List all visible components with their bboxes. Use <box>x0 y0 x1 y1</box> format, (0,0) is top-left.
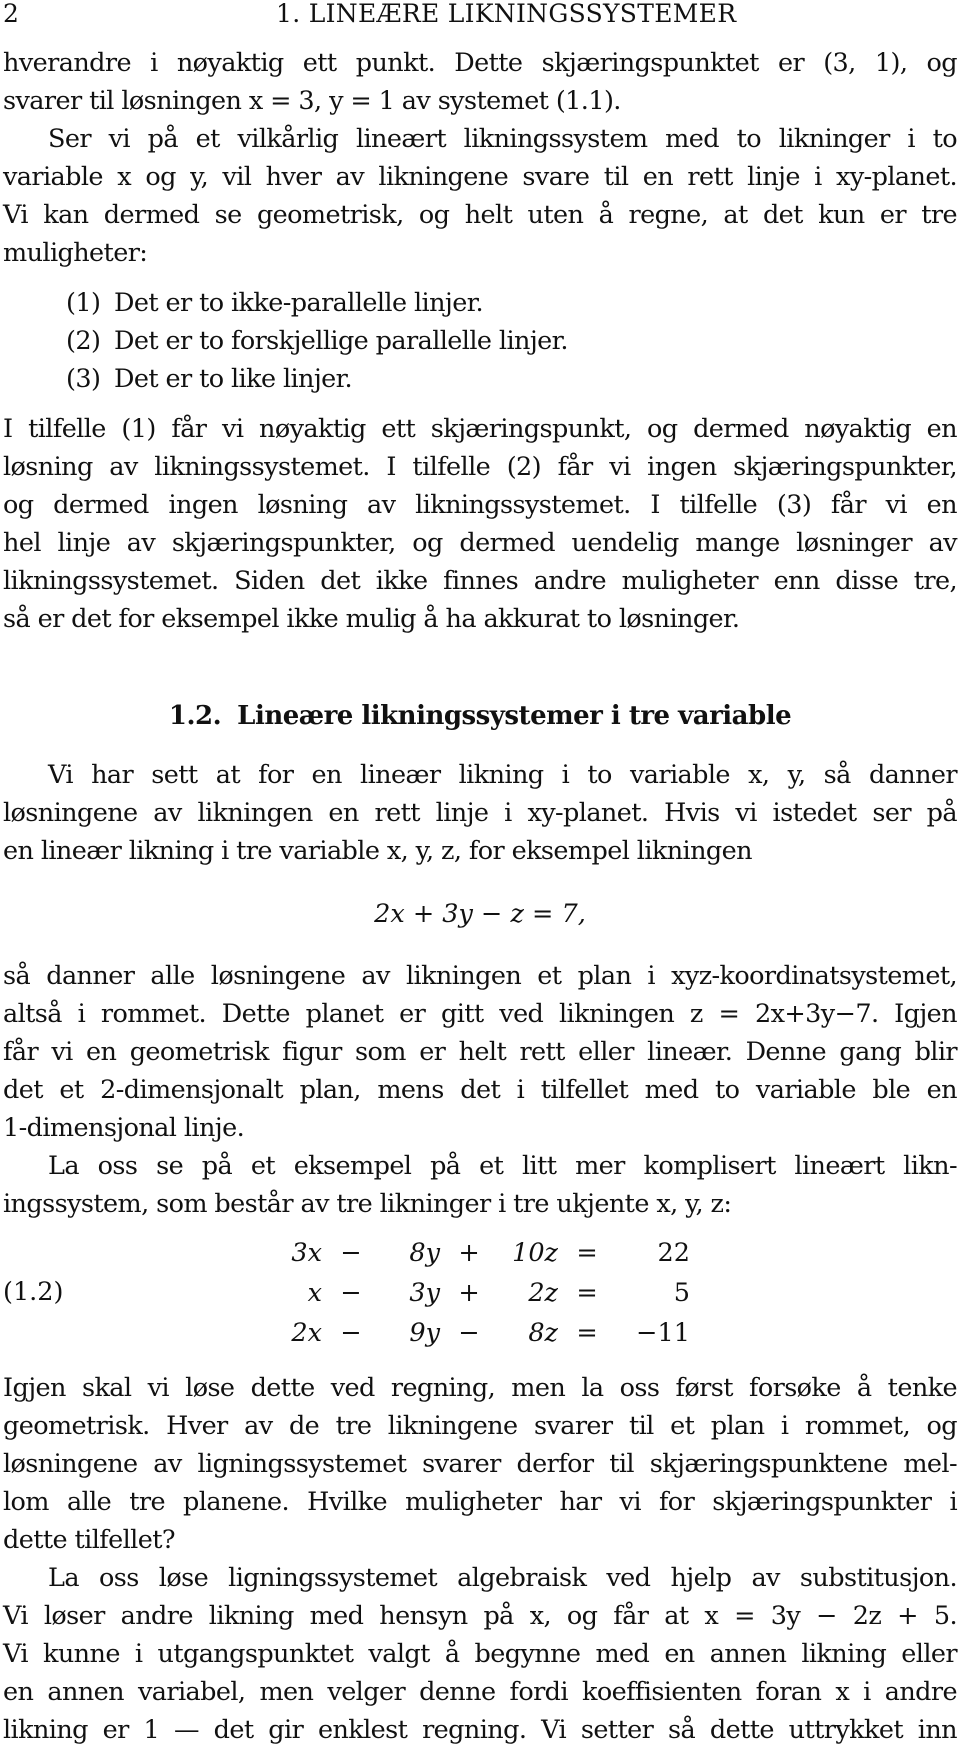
list-item-number: (2) <box>66 326 101 356</box>
text-line: ingssystem, som består av tre likninger … <box>3 1189 732 1219</box>
text-line: likningssystemet. Siden det ikke finnes … <box>3 566 958 596</box>
equation-row: 3x − 8y + 10z = 22 <box>262 1233 690 1273</box>
term: 9y <box>409 1318 440 1348</box>
text-line: Vi løser andre likning med hensyn på x, … <box>3 1601 958 1631</box>
text-line: La oss se på et eksempel på et litt mer … <box>48 1151 958 1181</box>
term: 2z <box>528 1278 558 1308</box>
term: 2x <box>291 1318 322 1348</box>
text-line: så er det for eksempel ikke mulig å ha a… <box>3 604 740 634</box>
term: 8y <box>409 1238 440 1268</box>
text-line: Vi kunne i utgangspunktet valgt å begynn… <box>3 1639 958 1669</box>
right-hand-side: 5 <box>673 1278 690 1308</box>
equation-system-table: 3x − 8y + 10z = 22 x − 3y + 2z = 5 2x − … <box>262 1233 690 1353</box>
text-line: hel linje av skjæringspunkter, og dermed… <box>3 528 958 558</box>
operator: + <box>458 1238 480 1268</box>
operator: + <box>458 1278 480 1308</box>
section-heading: 1.2. Lineære likningssystemer i tre varia… <box>0 700 960 732</box>
text-line: løsning av likningssystemet. I tilfelle … <box>3 452 958 482</box>
list-item-number: (1) <box>66 288 101 318</box>
text-line: og dermed ingen løsning av likningssyste… <box>3 490 958 520</box>
term: x <box>307 1278 322 1308</box>
page-number: 2 <box>3 0 19 28</box>
section-number: 1.2. <box>168 701 222 731</box>
text-line: Igjen skal vi løse dette ved regning, me… <box>3 1373 958 1403</box>
text-line: løsningene av likningen en rett linje i … <box>3 798 958 828</box>
term: 3y <box>409 1278 440 1308</box>
list-item-text: Det er to ikke-parallelle linjer. <box>114 288 484 318</box>
text-line: løsningene av ligningssystemet svarer de… <box>3 1449 958 1479</box>
text-line: muligheter: <box>3 238 148 268</box>
right-hand-side: −11 <box>636 1318 690 1348</box>
text-line: dette tilfellet? <box>3 1525 176 1555</box>
text-line: svarer til løsningen x = 3, y = 1 av sys… <box>3 86 621 116</box>
right-hand-side: 22 <box>657 1238 690 1268</box>
text-line: I tilfelle (1) får vi nøyaktig ett skjær… <box>3 414 958 444</box>
text-line: en lineær likning i tre variable x, y, z… <box>3 836 753 866</box>
text-line: geometrisk. Hver av de tre likningene sv… <box>3 1411 958 1441</box>
list-item-text: Det er to like linjer. <box>114 364 353 394</box>
text-line: det et 2-dimensjonalt plan, mens det i t… <box>3 1075 958 1105</box>
document-page: 2 1. LINEÆRE LIKNINGSSYSTEMER hverandre … <box>0 0 960 1745</box>
list-item: (1) Det er to ikke-parallelle linjer. <box>66 288 484 318</box>
text-line: variable x og y, vil hver av likningene … <box>3 162 958 192</box>
equals-sign: = <box>576 1238 598 1268</box>
term: 8z <box>528 1318 558 1348</box>
text-line: La oss løse ligningssystemet algebraisk … <box>48 1563 958 1593</box>
equation-row: x − 3y + 2z = 5 <box>262 1273 690 1313</box>
section-title: Lineære likningssystemer i tre variable <box>237 701 792 731</box>
operator: − <box>340 1278 362 1308</box>
chapter-title: 1. LINEÆRE LIKNINGSSYSTEMER <box>276 0 737 28</box>
text-line: lom alle tre planene. Hvilke muligheter … <box>3 1487 958 1517</box>
text-line: så danner alle løsningene av likningen e… <box>3 961 958 991</box>
list-item-number: (3) <box>66 364 101 394</box>
equation-row: 2x − 9y − 8z = −11 <box>262 1313 690 1353</box>
list-item: (3) Det er to like linjer. <box>66 364 353 394</box>
text-line: Vi har sett at for en lineær likning i t… <box>48 760 958 790</box>
equals-sign: = <box>576 1318 598 1348</box>
equation-label: (1.2) <box>3 1277 64 1307</box>
term: 10z <box>512 1238 558 1268</box>
display-equation: 2x + 3y − z = 7, <box>374 899 586 929</box>
operator: − <box>458 1318 480 1348</box>
text-line: 1-dimensjonal linje. <box>3 1113 245 1143</box>
running-head: 2 1. LINEÆRE LIKNINGSSYSTEMER <box>0 0 960 30</box>
text-line: Ser vi på et vilkårlig lineært likningss… <box>48 124 958 154</box>
text-line: får vi en geometrisk figur som er helt r… <box>3 1037 958 1067</box>
text-line: Vi kan dermed se geometrisk, og helt ute… <box>3 200 958 230</box>
text-line: hverandre i nøyaktig ett punkt. Dette sk… <box>3 48 958 78</box>
operator: − <box>340 1318 362 1348</box>
equals-sign: = <box>576 1278 598 1308</box>
list-item: (2) Det er to forskjellige parallelle lin… <box>66 326 569 356</box>
operator: − <box>340 1238 362 1268</box>
text-line: en annen variabel, men velger denne ford… <box>3 1677 958 1707</box>
text-line: altså i rommet. Dette planet er gitt ved… <box>3 999 958 1029</box>
list-item-text: Det er to forskjellige parallelle linjer… <box>114 326 569 356</box>
term: 3x <box>291 1238 322 1268</box>
